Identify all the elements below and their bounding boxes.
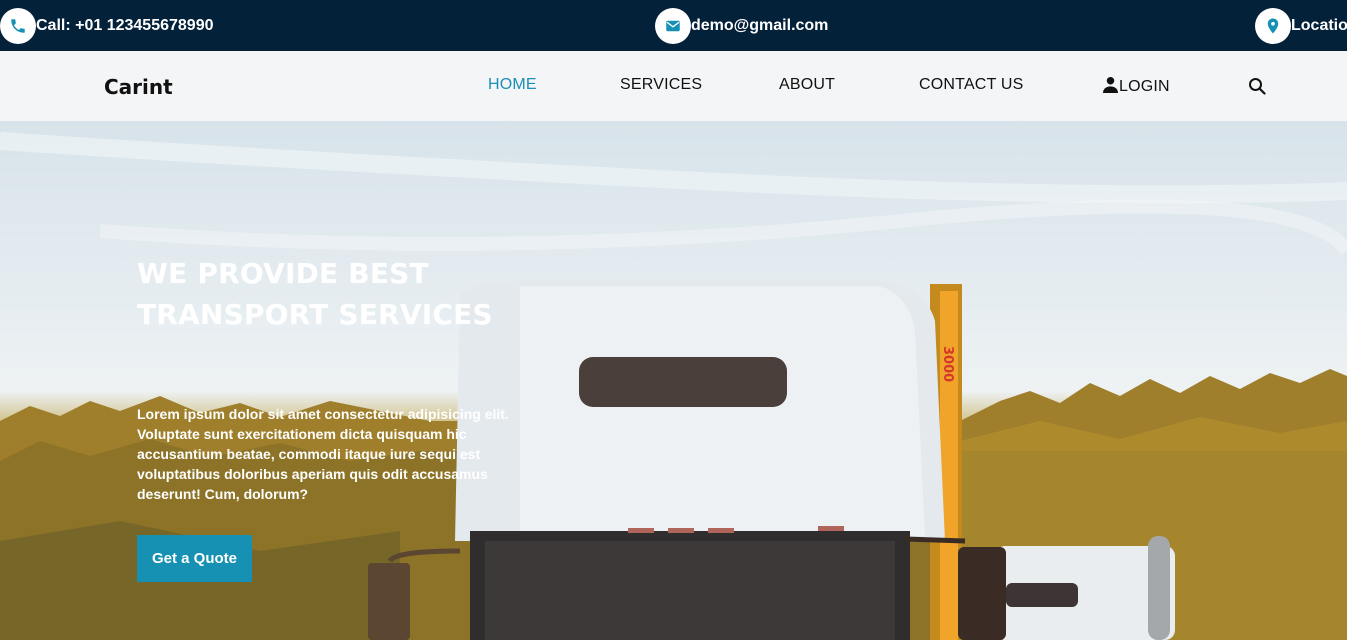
nav-link-login[interactable]: LOGIN: [1103, 76, 1170, 98]
brand-logo[interactable]: Carint: [104, 75, 173, 99]
map-pin-icon: [1255, 8, 1291, 44]
email-text: demo@gmail.com: [691, 17, 829, 34]
phone-text: Call: +01 123455678990: [36, 17, 214, 34]
nav-link-services[interactable]: SERVICES: [620, 76, 702, 94]
top-info-bar: Call: +01 123455678990 demo@gmail.com Lo…: [0, 0, 1347, 51]
nav-link-contact-us[interactable]: CONTACT US: [919, 76, 1024, 94]
nav-link-about[interactable]: ABOUT: [779, 76, 835, 94]
hero-heading: WE PROVIDE BEST TRANSPORT SERVICES: [137, 257, 493, 331]
truck-marking-text: 3000: [940, 346, 955, 382]
nav-link-home[interactable]: HOME: [488, 76, 537, 94]
search-icon[interactable]: [1248, 77, 1266, 95]
login-label: LOGIN: [1119, 78, 1170, 95]
location-text: Location: [1291, 17, 1347, 34]
phone-contact[interactable]: Call: +01 123455678990: [0, 8, 213, 44]
main-navbar: Carint HOME SERVICES ABOUT CONTACT US LO…: [0, 51, 1347, 121]
email-contact[interactable]: demo@gmail.com: [655, 8, 828, 44]
hero-section: 3000 WE PROVIDE BEST TRANSPORT SERVICES …: [0, 121, 1347, 640]
envelope-icon: [655, 8, 691, 44]
hero-description: Lorem ipsum dolor sit amet consectetur a…: [137, 406, 509, 502]
get-a-quote-button[interactable]: Get a Quote: [137, 535, 252, 582]
location-contact[interactable]: Location: [1255, 8, 1347, 44]
phone-icon: [0, 8, 36, 44]
user-icon: [1103, 76, 1119, 98]
